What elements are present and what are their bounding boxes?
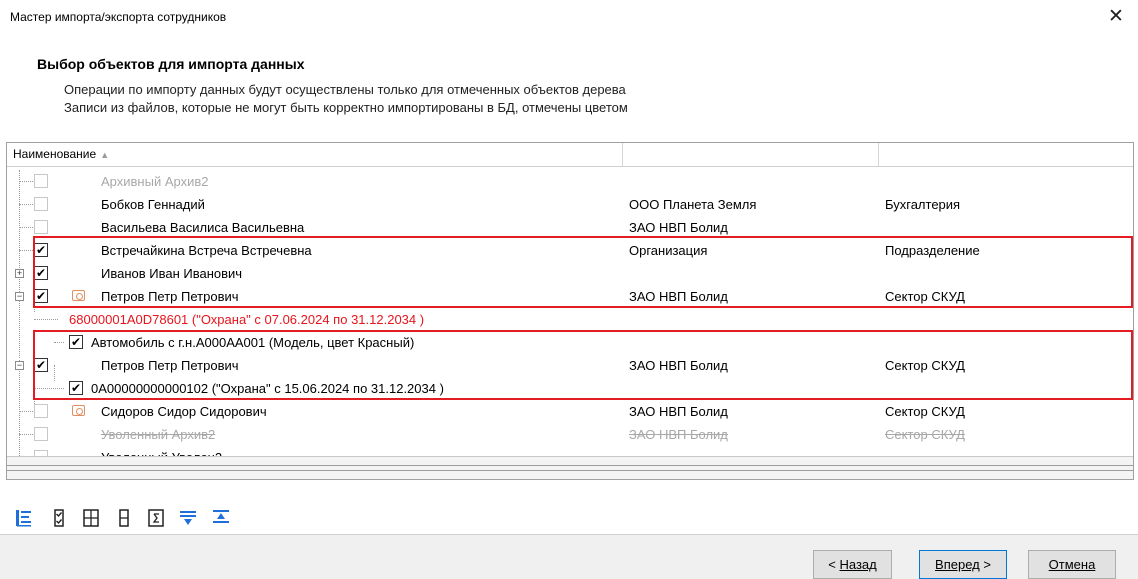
uncheck-all-icon[interactable] xyxy=(114,508,134,528)
objects-tree-list[interactable]: Наименование ▲ Архивный Архив2 Бобков Ген… xyxy=(6,142,1134,480)
wizard-footer: < Назад Вперед > Отмена xyxy=(0,534,1138,579)
row-checkbox[interactable] xyxy=(34,174,48,188)
tree-line xyxy=(19,250,33,251)
check-all-icon[interactable] xyxy=(49,508,69,528)
next-button-suffix: > xyxy=(979,557,991,572)
column-header-organization[interactable] xyxy=(623,143,879,166)
step-title: Выбор объектов для импорта данных xyxy=(37,56,305,72)
row-checkbox[interactable] xyxy=(34,220,48,234)
row-name: Бобков Геннадий xyxy=(101,197,205,212)
scrollbar-track[interactable] xyxy=(7,465,1133,471)
collapse-icon[interactable]: − xyxy=(15,361,24,370)
tree-line xyxy=(19,227,33,228)
column-header-department[interactable] xyxy=(879,143,1133,166)
tree-row[interactable]: Архивный Архив2 xyxy=(7,170,1133,193)
row-name: Сидоров Сидор Сидорович xyxy=(101,404,267,419)
tree-row-error[interactable]: 68000001A0D78601 ("Охрана" с 07.06.2024 … xyxy=(7,308,1133,331)
tree-line xyxy=(19,434,33,435)
row-organization: ЗАО НВП Болид xyxy=(629,404,728,419)
camera-icon xyxy=(72,405,85,416)
sort-ascending-icon: ▲ xyxy=(100,150,110,160)
tree-line xyxy=(19,204,33,205)
back-button-label: Назад xyxy=(839,557,877,572)
back-button-prefix: < xyxy=(828,557,840,572)
tree-line xyxy=(34,319,58,320)
highlight-frame xyxy=(33,330,1133,400)
row-department: Бухгалтерия xyxy=(885,197,961,212)
row-organization: ООО Планета Земля xyxy=(629,197,757,212)
collapse-icon[interactable]: − xyxy=(15,292,24,301)
horizontal-scrollbar[interactable] xyxy=(7,456,1133,479)
tree-line xyxy=(19,411,33,412)
next-button[interactable]: Вперед > xyxy=(919,550,1007,579)
column-header-name[interactable]: Наименование ▲ xyxy=(7,143,623,166)
row-checkbox[interactable] xyxy=(34,197,48,211)
row-department: Сектор СКУД xyxy=(885,427,965,442)
row-name: Уволенный Архив2 xyxy=(101,427,216,442)
row-name: Архивный Архив2 xyxy=(101,174,209,189)
row-checkbox[interactable] xyxy=(34,404,48,418)
window-title: Мастер импорта/экспорта сотрудников xyxy=(10,10,227,24)
step-description-line-2: Записи из файлов, которые не могут быть … xyxy=(64,100,628,115)
cancel-button[interactable]: Отмена xyxy=(1028,550,1116,579)
column-header-bar: Наименование ▲ xyxy=(7,143,1133,167)
expand-all-icon[interactable] xyxy=(81,508,101,528)
row-organization: ЗАО НВП Болид xyxy=(629,427,728,442)
row-department: Сектор СКУД xyxy=(885,404,965,419)
tree-row[interactable]: Уволенный Архив2 ЗАО НВП Болид Сектор СК… xyxy=(7,423,1133,446)
tree-view-icon[interactable] xyxy=(14,508,34,528)
tree-sum-icon[interactable] xyxy=(146,508,166,528)
wizard-header: Выбор объектов для импорта данных Операц… xyxy=(0,36,1138,132)
tree-row[interactable]: Сидоров Сидор Сидорович ЗАО НВП Болид Се… xyxy=(7,400,1133,423)
next-button-label: Вперед xyxy=(935,557,980,572)
tree-line xyxy=(19,181,33,182)
row-name: 68000001A0D78601 ("Охрана" с 07.06.2024 … xyxy=(69,312,425,327)
tree-toolbar xyxy=(0,500,1138,534)
expand-icon[interactable]: + xyxy=(15,269,24,278)
close-icon[interactable]: ✕ xyxy=(1102,4,1130,30)
move-up-icon[interactable] xyxy=(211,508,231,528)
window-titlebar: Мастер импорта/экспорта сотрудников ✕ xyxy=(0,0,1138,36)
tree-row[interactable]: Бобков Геннадий ООО Планета Земля Бухгал… xyxy=(7,193,1133,216)
back-button[interactable]: < Назад xyxy=(813,550,892,579)
row-checkbox[interactable] xyxy=(34,427,48,441)
step-description-line-1: Операции по импорту данных будут осущест… xyxy=(64,82,626,97)
highlight-frame xyxy=(33,236,1133,308)
move-down-icon[interactable] xyxy=(178,508,198,528)
column-header-name-label: Наименование xyxy=(13,147,97,161)
cancel-button-label: Отмена xyxy=(1048,557,1096,572)
